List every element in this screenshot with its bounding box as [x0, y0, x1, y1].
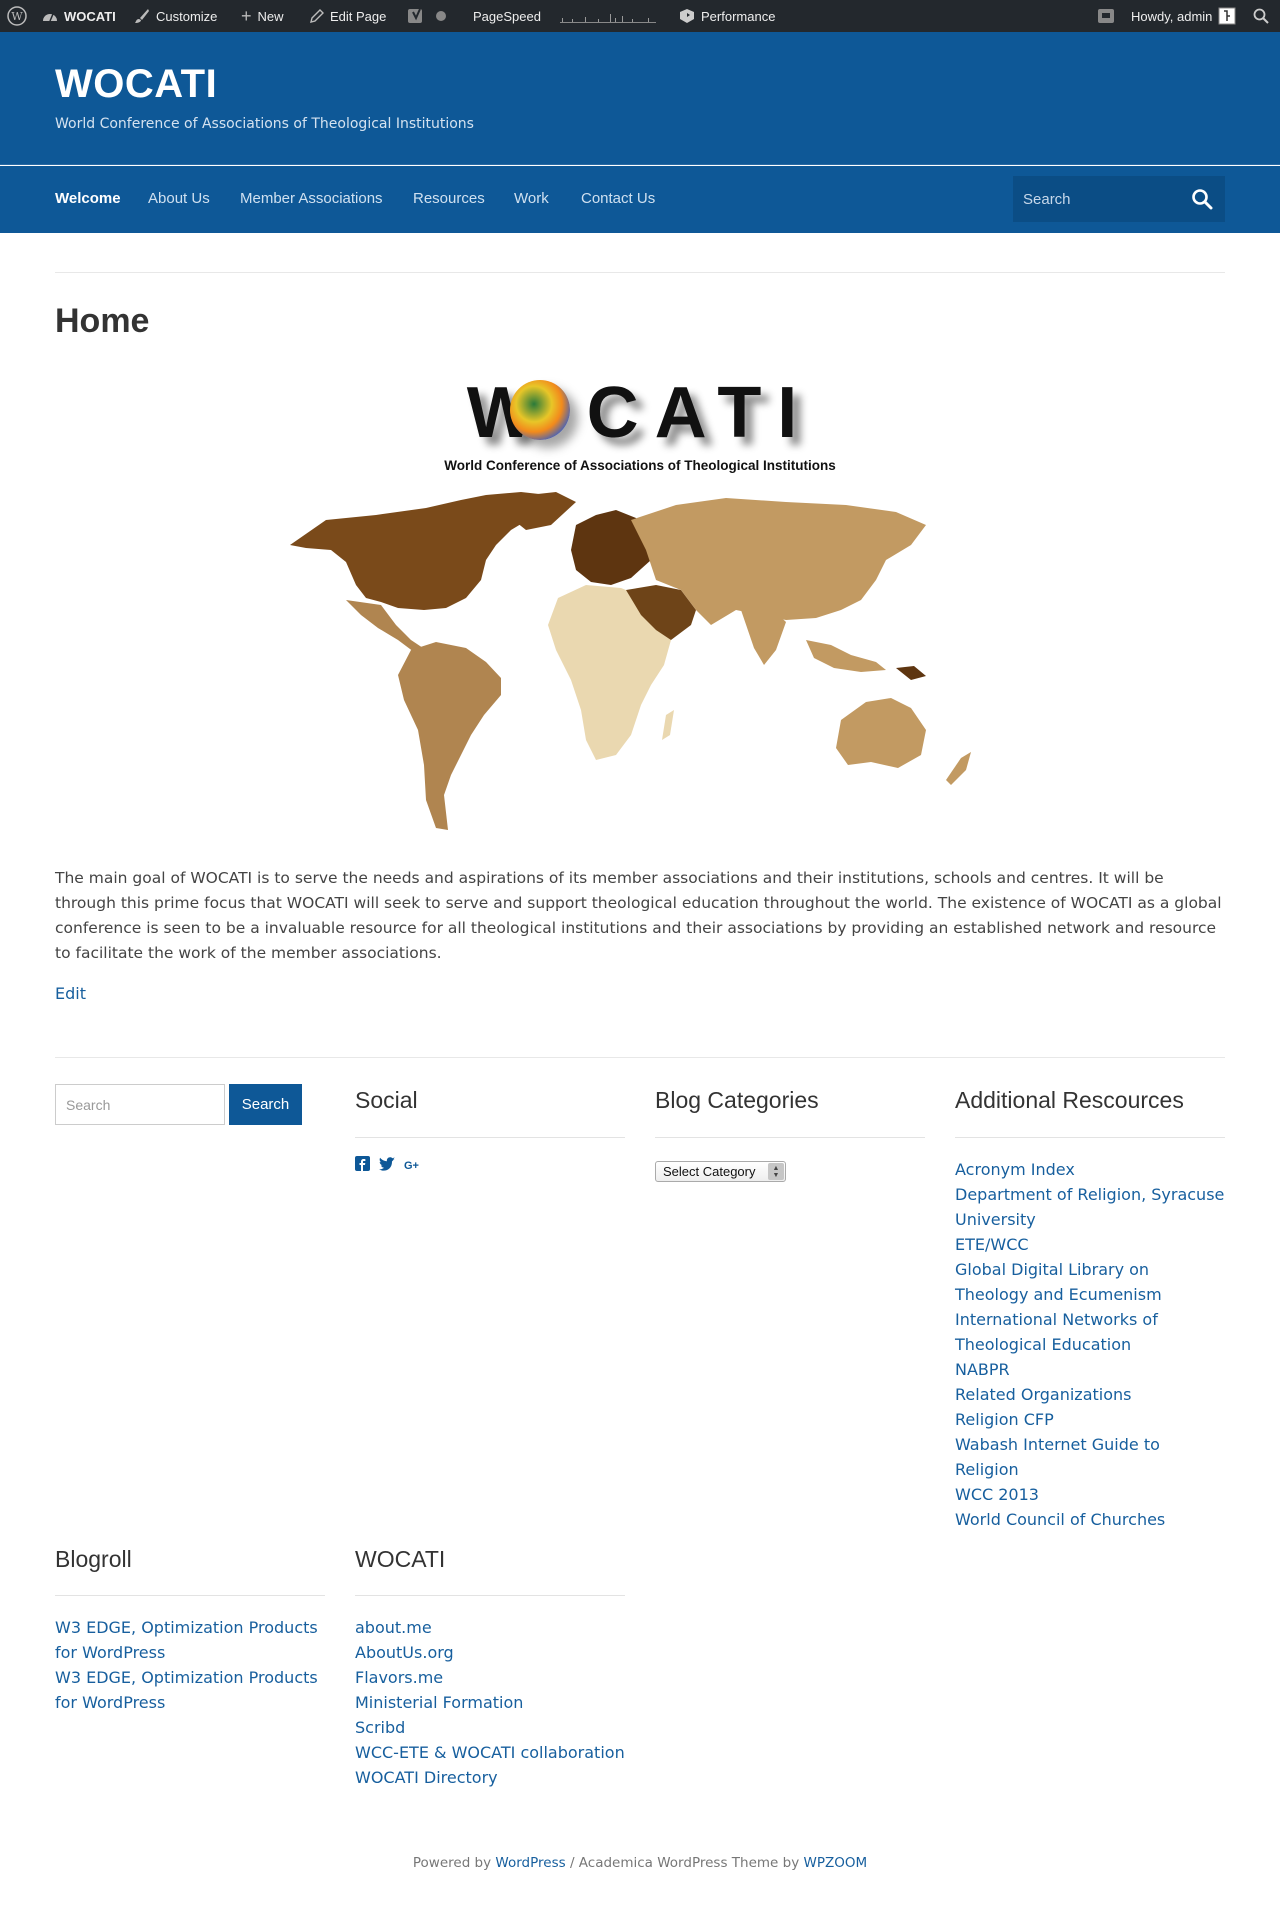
site-tagline: World Conference of Associations of Theo…: [55, 116, 474, 132]
svg-text:W: W: [11, 10, 23, 23]
nav-item-resources[interactable]: Resources: [413, 190, 485, 207]
admin-pagespeed-link[interactable]: PageSpeed: [473, 0, 541, 32]
performance-icon: [679, 8, 695, 24]
seo-status-dot-icon: [435, 0, 447, 32]
wocati-widget-title: WOCATI: [355, 1546, 446, 1572]
resource-link-ete-wcc[interactable]: ETE/WCC: [955, 1232, 1225, 1257]
footer-wpzoom-link[interactable]: WPZOOM: [803, 1855, 867, 1871]
resource-link-related-organizations[interactable]: Related Organizations: [955, 1382, 1225, 1407]
admin-customize-label: Customize: [156, 8, 218, 24]
admin-howdy-label: Howdy, admin: [1131, 8, 1213, 24]
category-select-value: Select Category: [663, 1164, 756, 1179]
resource-link-religion-cfp[interactable]: Religion CFP: [955, 1407, 1225, 1432]
wocati-link-flavors-me[interactable]: Flavors.me: [355, 1665, 635, 1690]
google-plus-icon[interactable]: G+: [404, 1160, 419, 1172]
admin-edit-page-link[interactable]: Edit Page: [310, 0, 386, 32]
logo-subtitle: World Conference of Associations of Theo…: [444, 458, 836, 473]
globe-icon: [510, 380, 570, 440]
admin-performance-link[interactable]: Performance: [679, 0, 775, 32]
nav-item-welcome[interactable]: Welcome: [55, 190, 121, 207]
footer-powered-by: Powered by: [412, 1855, 492, 1871]
social-icons: G+: [355, 1156, 419, 1175]
blogroll-link-w3-edge-1[interactable]: W3 EDGE, Optimization Products for WordP…: [55, 1615, 320, 1665]
wordpress-logo-icon[interactable]: W: [7, 0, 27, 32]
wocati-link-about-me[interactable]: about.me: [355, 1615, 635, 1640]
admin-search-icon[interactable]: [1253, 0, 1269, 32]
resource-link-nabpr[interactable]: NABPR: [955, 1357, 1225, 1382]
resource-link-syracuse[interactable]: Department of Religion, Syracuse Univers…: [955, 1182, 1225, 1232]
footer-search-input[interactable]: [55, 1084, 225, 1125]
pagespeed-sparkline: [560, 0, 656, 32]
footer-theme-text: / Academica WordPress Theme by: [565, 1855, 804, 1871]
wocati-link-wcc-ete-collaboration[interactable]: WCC-ETE & WOCATI collaboration: [355, 1740, 635, 1765]
additional-resources-widget-divider: [955, 1137, 1225, 1138]
wocati-links-list: about.me AboutUs.org Flavors.me Minister…: [355, 1615, 635, 1790]
nav-item-member-associations[interactable]: Member Associations: [240, 190, 383, 207]
footer-search-button[interactable]: Search: [229, 1084, 302, 1125]
wocati-logo: W CATI World Conference of Associations …: [420, 372, 860, 482]
wocati-link-ministerial-formation[interactable]: Ministerial Formation: [355, 1690, 635, 1715]
additional-resources-widget-title: Additional Rescources: [955, 1087, 1184, 1113]
edit-link[interactable]: Edit: [55, 984, 86, 1003]
social-widget-divider: [355, 1137, 625, 1138]
page-title: Home: [55, 302, 150, 340]
nav-item-contact-us[interactable]: Contact Us: [581, 190, 655, 207]
select-arrows-icon: ▲ ▼: [768, 1163, 784, 1180]
logo-wordmark: W CATI: [466, 373, 814, 453]
admin-site-name: WOCATI: [64, 8, 116, 24]
nav-search-box: [1013, 176, 1225, 222]
admin-edit-page-label: Edit Page: [330, 8, 387, 24]
plus-icon: +: [241, 5, 252, 26]
site-title[interactable]: WOCATI: [55, 62, 217, 107]
blog-categories-widget-divider: [655, 1137, 925, 1138]
resource-link-wcc-2013[interactable]: WCC 2013: [955, 1482, 1225, 1507]
avatar: [1218, 7, 1236, 25]
facebook-icon[interactable]: [355, 1156, 370, 1175]
notifications-icon[interactable]: [1097, 0, 1115, 32]
nav-search-input[interactable]: [1013, 190, 1173, 208]
blogroll-list: W3 EDGE, Optimization Products for WordP…: [55, 1615, 320, 1715]
pencil-icon: [310, 9, 324, 23]
resource-link-international-networks[interactable]: International Networks of Theological Ed…: [955, 1307, 1225, 1357]
widgets-top-divider: [55, 1057, 1225, 1058]
blogroll-link-w3-edge-2[interactable]: W3 EDGE, Optimization Products for WordP…: [55, 1665, 320, 1715]
admin-new-label: New: [257, 8, 284, 24]
twitter-icon[interactable]: [379, 1156, 395, 1175]
nav-item-work[interactable]: Work: [514, 190, 549, 207]
footer-wordpress-link[interactable]: WordPress: [495, 1855, 565, 1871]
social-widget-title: Social: [355, 1087, 418, 1113]
world-map-image: [290, 492, 971, 830]
wocati-link-directory[interactable]: WOCATI Directory: [355, 1765, 635, 1790]
admin-site-link[interactable]: WOCATI: [42, 0, 116, 32]
footer-credit: Powered by WordPress / Academica WordPre…: [0, 1855, 1280, 1871]
yoast-seo-icon[interactable]: [407, 0, 425, 32]
admin-customize-link[interactable]: Customize: [134, 0, 217, 32]
blogroll-widget-title: Blogroll: [55, 1546, 132, 1572]
admin-new-link[interactable]: + New: [241, 0, 284, 32]
resource-link-world-council[interactable]: World Council of Churches: [955, 1507, 1225, 1532]
admin-performance-label: Performance: [701, 8, 776, 24]
search-icon[interactable]: [1191, 188, 1213, 210]
wocati-link-aboutus-org[interactable]: AboutUs.org: [355, 1640, 635, 1665]
content-top-divider: [55, 272, 1225, 273]
dashboard-icon: [42, 9, 58, 23]
wocati-widget-divider: [355, 1595, 625, 1596]
resource-link-wabash[interactable]: Wabash Internet Guide to Religion: [955, 1432, 1225, 1482]
category-select[interactable]: Select Category ▲ ▼: [655, 1161, 786, 1182]
resource-link-globethics[interactable]: Global Digital Library on Theology and E…: [955, 1257, 1225, 1307]
nav-item-about-us[interactable]: About Us: [148, 190, 210, 207]
blogroll-widget-divider: [55, 1595, 325, 1596]
wocati-link-scribd[interactable]: Scribd: [355, 1715, 635, 1740]
admin-account-menu[interactable]: Howdy, admin: [1131, 0, 1236, 32]
site-header: WOCATI World Conference of Associations …: [0, 32, 1280, 165]
blog-categories-widget-title: Blog Categories: [655, 1087, 819, 1113]
admin-pagespeed-label: PageSpeed: [473, 8, 541, 24]
brush-icon: [134, 8, 150, 24]
intro-paragraph: The main goal of WOCATI is to serve the …: [55, 869, 1222, 962]
main-navigation: Welcome About Us Member Associations Res…: [0, 166, 1280, 233]
additional-resources-list: Acronym Index Department of Religion, Sy…: [955, 1157, 1225, 1532]
resource-link-acronym-index[interactable]: Acronym Index: [955, 1157, 1225, 1182]
admin-bar: W WOCATI Customize + New Edit Page PageS…: [0, 0, 1280, 32]
